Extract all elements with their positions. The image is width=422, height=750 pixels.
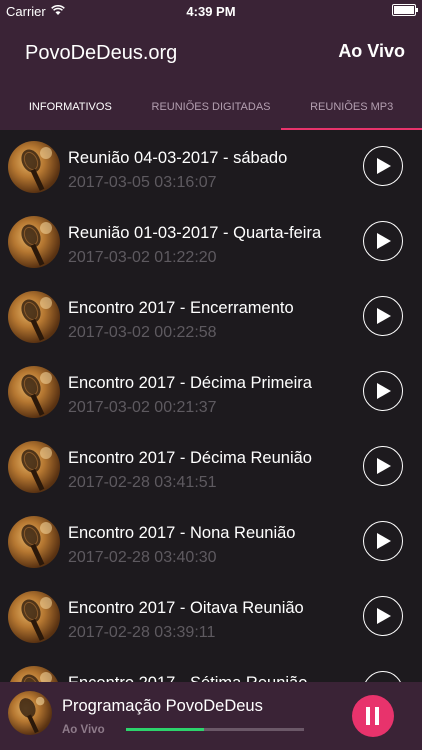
player-title: Programação PovoDeDeus <box>62 697 263 715</box>
tab-bar: INFORMATIVOS REUNIÕES DIGITADAS REUNIÕES… <box>0 86 422 130</box>
list-item[interactable]: Encontro 2017 - Nona Reunião 2017-02-28 0… <box>0 505 422 580</box>
item-thumbnail <box>8 141 60 193</box>
play-button[interactable] <box>363 596 403 636</box>
mini-player: Programação PovoDeDeus Ao Vivo <box>0 682 422 750</box>
item-title: Encontro 2017 - Oitava Reunião <box>68 599 304 617</box>
pause-icon-bar-left <box>366 707 370 725</box>
item-date: 2017-03-02 01:22:20 <box>68 249 217 266</box>
tab-label: REUNIÕES DIGITADAS <box>151 101 271 113</box>
item-date: 2017-03-02 00:22:58 <box>68 324 217 341</box>
item-thumbnail <box>8 366 60 418</box>
battery-level <box>394 6 414 14</box>
pause-icon-bar-right <box>375 707 379 725</box>
play-button[interactable] <box>363 671 403 682</box>
item-date: 2017-03-02 00:21:37 <box>68 399 217 416</box>
list-item[interactable]: Encontro 2017 - Encerramento 2017-03-02 0… <box>0 280 422 355</box>
item-thumbnail <box>8 291 60 343</box>
play-button[interactable] <box>363 521 403 561</box>
item-thumbnail <box>8 591 60 643</box>
nav-bar: PovoDeDeus.org Ao Vivo <box>0 22 422 86</box>
item-title: Encontro 2017 - Sétima Reunião <box>68 674 307 682</box>
player-thumbnail <box>8 691 52 735</box>
tab-informativos[interactable]: INFORMATIVOS <box>0 86 141 130</box>
item-thumbnail <box>8 666 60 682</box>
item-title: Encontro 2017 - Décima Primeira <box>68 374 312 392</box>
item-date: 2017-03-05 03:16:07 <box>68 174 217 191</box>
pause-button[interactable] <box>352 695 394 737</box>
play-button[interactable] <box>363 371 403 411</box>
live-button[interactable]: Ao Vivo <box>338 41 405 62</box>
play-button[interactable] <box>363 221 403 261</box>
player-subtitle: Ao Vivo <box>62 724 105 736</box>
battery-icon <box>392 4 418 16</box>
list-item[interactable]: Encontro 2017 - Sétima Reunião <box>0 655 422 682</box>
item-title: Encontro 2017 - Encerramento <box>68 299 294 317</box>
player-progress-fill <box>126 728 205 731</box>
status-time: 4:39 PM <box>186 4 236 19</box>
app-title: PovoDeDeus.org <box>25 42 178 64</box>
player-progress-bar[interactable] <box>126 728 304 731</box>
item-thumbnail <box>8 216 60 268</box>
item-date: 2017-02-28 03:41:51 <box>68 474 217 491</box>
tab-reunioes-mp3[interactable]: REUNIÕES MP3 <box>281 86 422 130</box>
list-item[interactable]: Reunião 04-03-2017 - sábado 2017-03-05 03… <box>0 130 422 205</box>
play-button[interactable] <box>363 446 403 486</box>
item-title: Encontro 2017 - Nona Reunião <box>68 524 296 542</box>
item-title: Encontro 2017 - Décima Reunião <box>68 449 312 467</box>
tab-label: INFORMATIVOS <box>28 101 112 113</box>
status-bar: Carrier 4:39 PM <box>0 0 422 22</box>
list-item[interactable]: Reunião 01-03-2017 - Quarta-feira 2017-03… <box>0 205 422 280</box>
item-thumbnail <box>8 516 60 568</box>
play-button[interactable] <box>363 146 403 186</box>
status-right <box>392 4 418 16</box>
list-item[interactable]: Encontro 2017 - Oitava Reunião 2017-02-28… <box>0 580 422 655</box>
tab-reunioes-digitadas[interactable]: REUNIÕES DIGITADAS <box>141 86 282 130</box>
play-button[interactable] <box>363 296 403 336</box>
item-thumbnail <box>8 441 60 493</box>
recordings-list[interactable]: Reunião 04-03-2017 - sábado 2017-03-05 03… <box>0 130 422 682</box>
item-date: 2017-02-28 03:40:30 <box>68 549 217 566</box>
item-title: Reunião 01-03-2017 - Quarta-feira <box>68 224 322 242</box>
item-date: 2017-02-28 03:39:11 <box>68 624 216 641</box>
item-title: Reunião 04-03-2017 - sábado <box>68 149 288 167</box>
list-item[interactable]: Encontro 2017 - Décima Primeira 2017-03-0… <box>0 355 422 430</box>
list-item[interactable]: Encontro 2017 - Décima Reunião 2017-02-28… <box>0 430 422 505</box>
tab-label: REUNIÕES MP3 <box>310 101 394 113</box>
